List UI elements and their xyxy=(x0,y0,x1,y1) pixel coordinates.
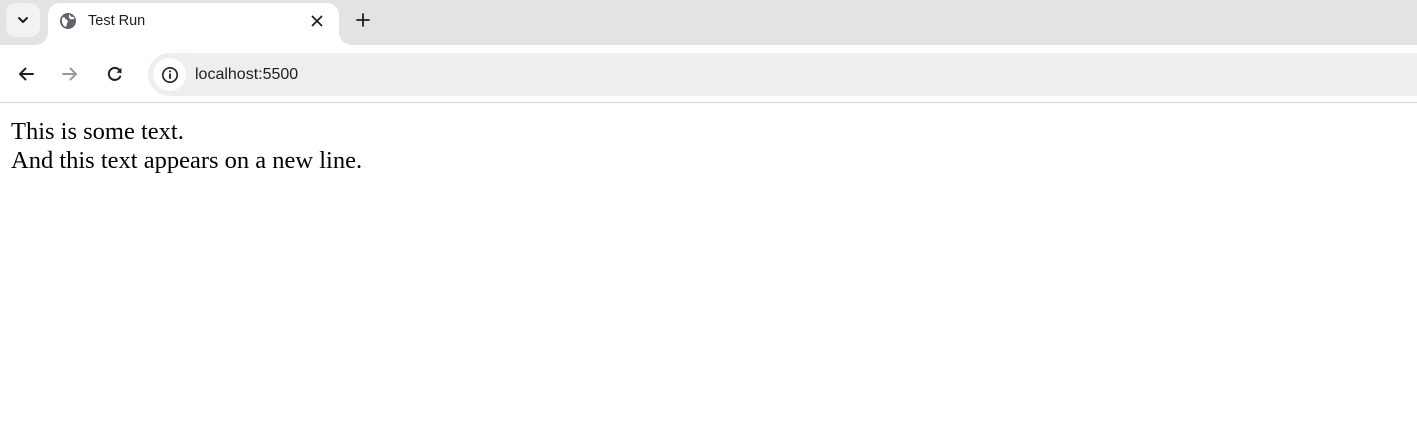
address-bar[interactable]: localhost:5500 xyxy=(148,53,1417,96)
page-content: This is some text. And this text appears… xyxy=(0,104,1417,426)
forward-button[interactable] xyxy=(55,59,85,89)
tab-close-button[interactable] xyxy=(307,11,327,31)
site-info-button[interactable] xyxy=(153,58,186,91)
new-tab-button[interactable] xyxy=(349,6,377,34)
browser-toolbar: localhost:5500 xyxy=(0,45,1417,103)
text-line-1: This is some text. xyxy=(11,118,184,145)
arrow-left-icon xyxy=(17,65,35,83)
tab-search-button[interactable] xyxy=(6,3,40,37)
reload-button[interactable] xyxy=(100,59,130,89)
page-body-text: This is some text. And this text appears… xyxy=(11,117,362,175)
chevron-down-icon xyxy=(16,13,30,27)
close-icon xyxy=(311,15,323,27)
arrow-right-icon xyxy=(61,65,79,83)
globe-icon xyxy=(59,12,77,30)
tab-strip: Test Run xyxy=(0,0,1417,45)
info-icon xyxy=(161,66,179,84)
url-text[interactable]: localhost:5500 xyxy=(195,65,298,84)
text-line-2: And this text appears on a new line. xyxy=(11,147,363,174)
reload-icon xyxy=(106,65,124,83)
tab-title: Test Run xyxy=(88,13,146,29)
tab-active[interactable]: Test Run xyxy=(36,3,351,45)
back-button[interactable] xyxy=(11,59,41,89)
plus-icon xyxy=(356,13,370,27)
